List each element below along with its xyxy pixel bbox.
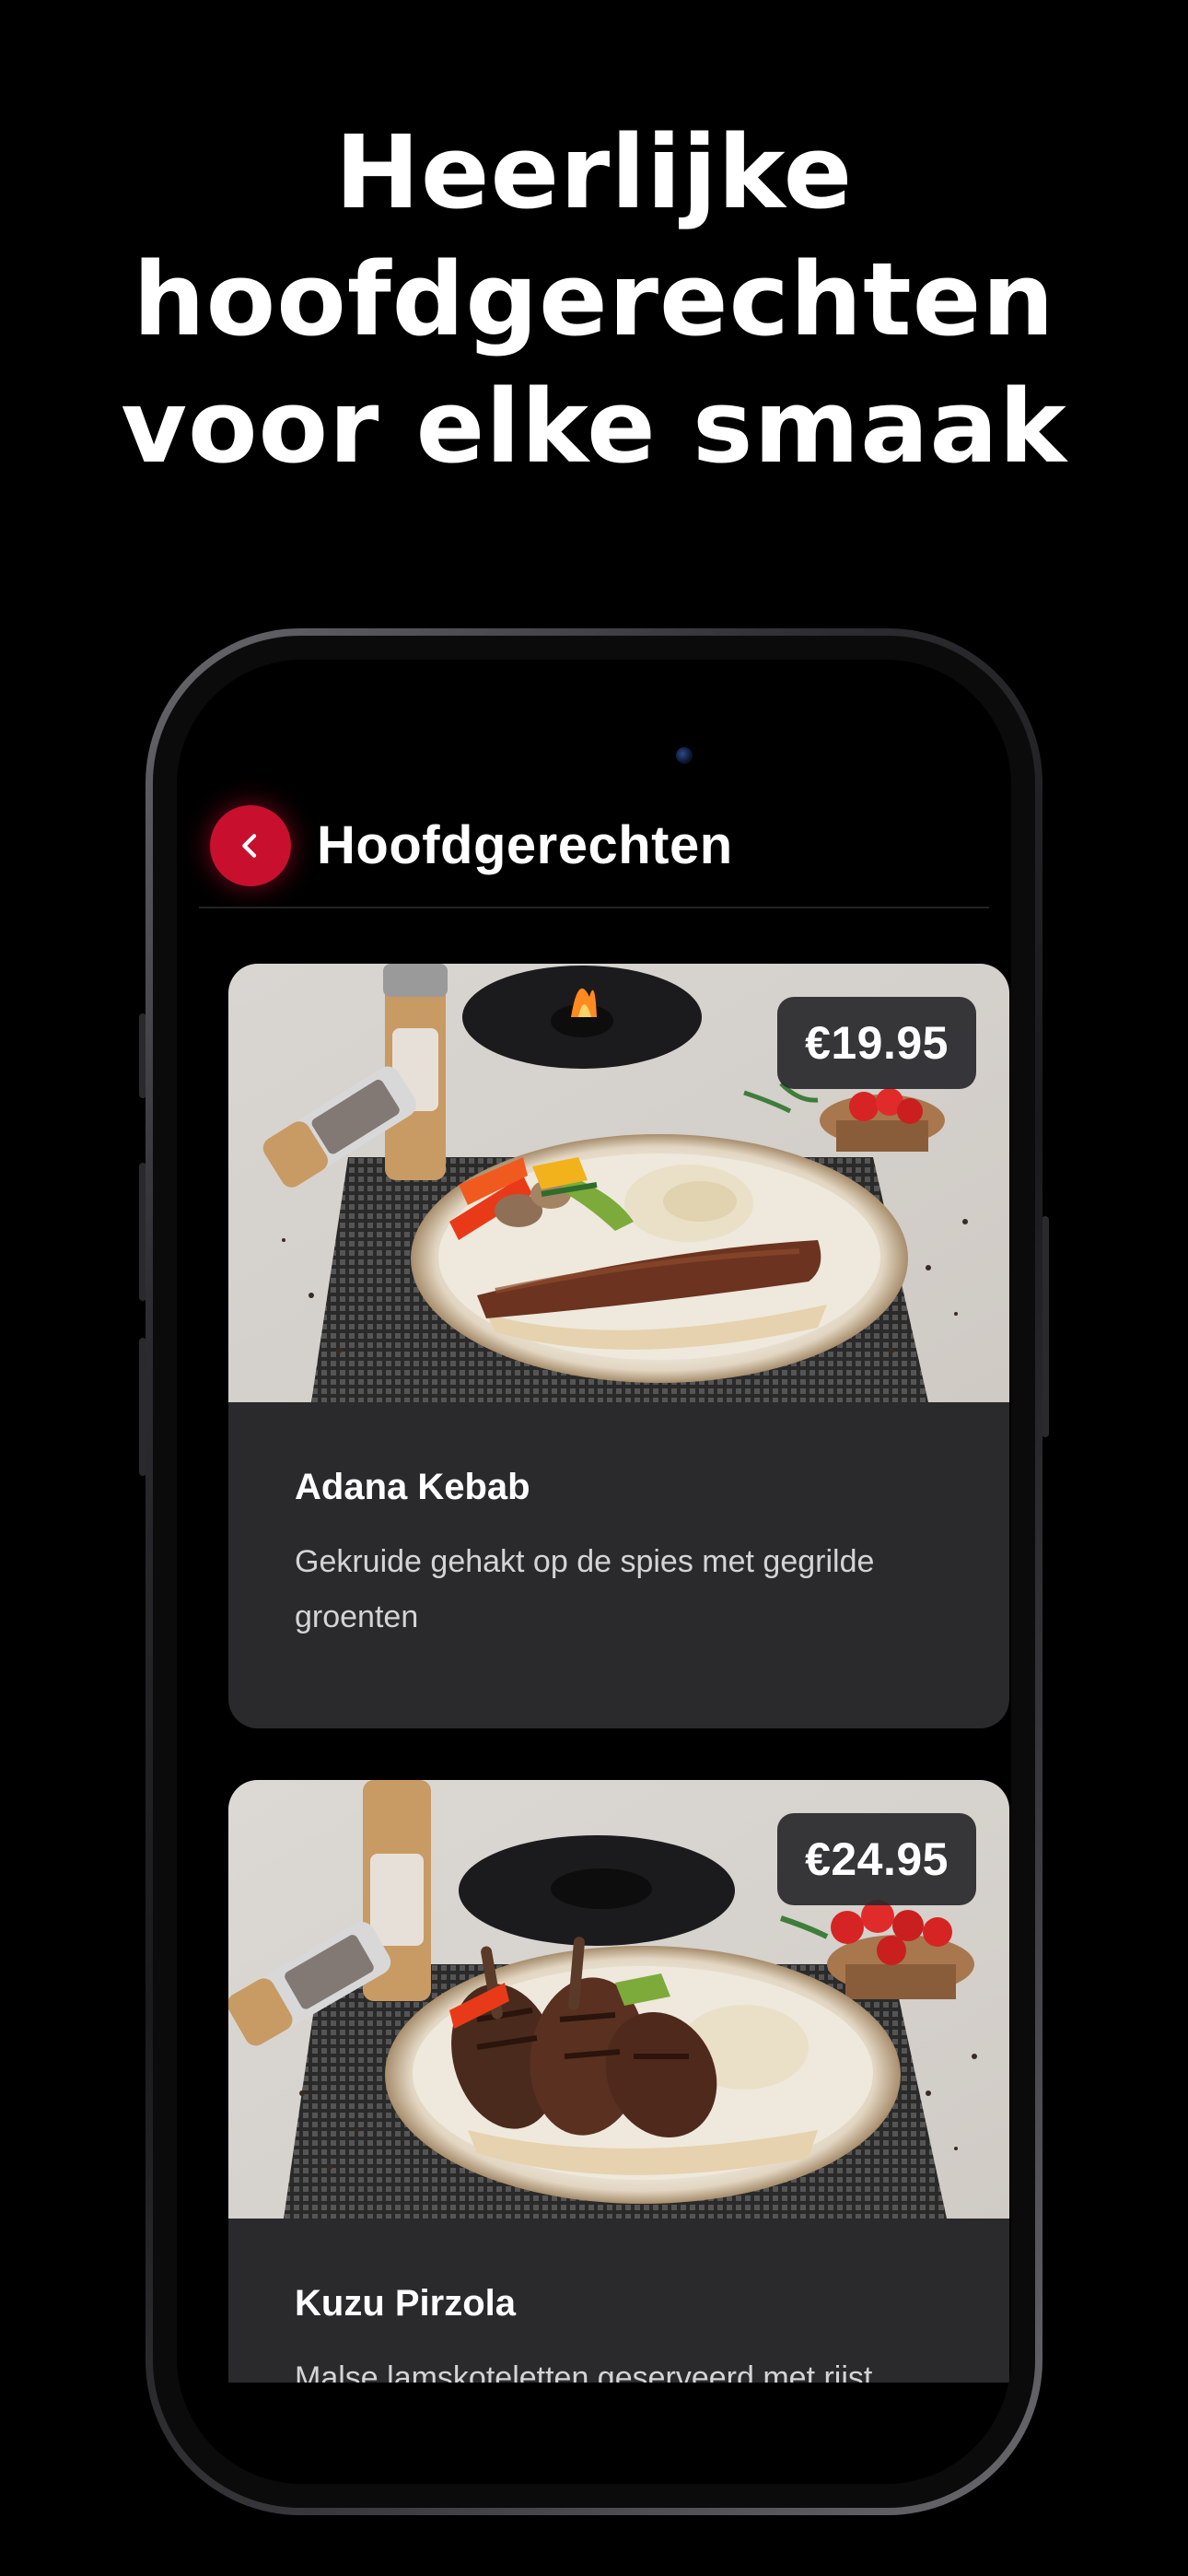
price-badge: €19.95 xyxy=(777,997,976,1089)
front-camera-icon xyxy=(676,747,693,764)
phone-screen: Hoofdgerechten €19.95 Adana Kebab Gekrui… xyxy=(177,660,1011,2484)
headline-line-2: hoofdgerechten xyxy=(133,240,1055,358)
power-button xyxy=(1042,1216,1049,1437)
appbar-divider xyxy=(199,907,989,908)
app-bar: Hoofdgerechten xyxy=(177,798,1011,901)
dish-name: Kuzu Pirzola xyxy=(295,2283,517,2324)
back-button[interactable] xyxy=(210,805,291,886)
phone-mockup: Hoofdgerechten €19.95 Adana Kebab Gekrui… xyxy=(146,628,1042,2515)
dish-name: Adana Kebab xyxy=(295,1467,530,1507)
dish-card[interactable]: €24.95 Kuzu Pirzola Malse lamskoteletten… xyxy=(228,1780,1009,2425)
headline-line-1: Heerlijke xyxy=(334,113,854,231)
phone-bezel: Hoofdgerechten €19.95 Adana Kebab Gekrui… xyxy=(153,636,1035,2508)
dish-info: Kuzu Pirzola Malse lamskoteletten geserv… xyxy=(228,2219,1009,2406)
dish-photo: €19.95 xyxy=(228,964,1009,1402)
screen-bottom-area xyxy=(177,2383,1011,2484)
dish-photo: €24.95 xyxy=(228,1780,1009,2219)
promo-screenshot: Heerlijke hoofdgerechten voor elke smaak… xyxy=(0,0,1188,2576)
chevron-left-icon xyxy=(242,834,257,858)
headline-line-3: voor elke smaak xyxy=(121,368,1067,486)
dish-info: Adana Kebab Gekruide gehakt op de spies … xyxy=(228,1402,1009,1645)
page-title: Hoofdgerechten xyxy=(317,815,733,875)
promo-headline: Heerlijke hoofdgerechten voor elke smaak xyxy=(0,109,1188,490)
dish-card[interactable]: €19.95 Adana Kebab Gekruide gehakt op de… xyxy=(228,964,1009,1728)
price-badge: €24.95 xyxy=(777,1813,976,1905)
dish-description: Gekruide gehakt op de spies met gegrilde… xyxy=(295,1544,875,1634)
